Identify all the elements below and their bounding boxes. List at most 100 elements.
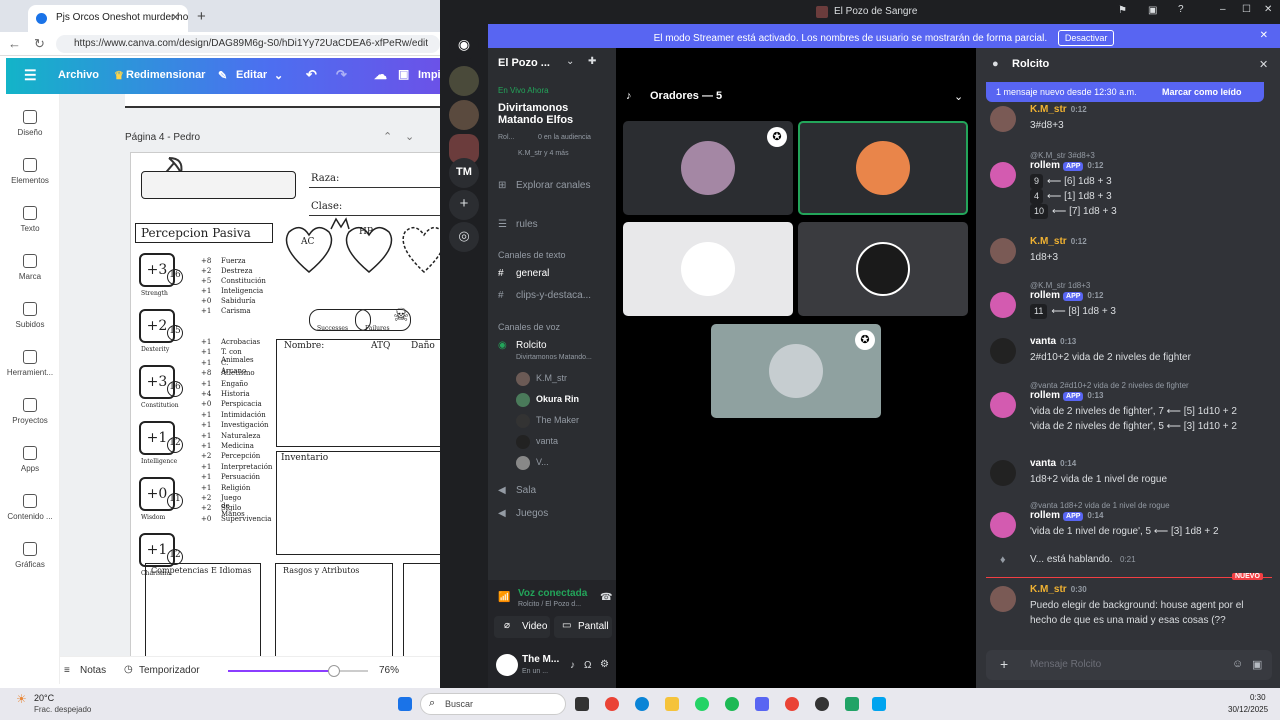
sidebar-item-7[interactable]: Apps (0, 446, 60, 473)
voice-user-name[interactable]: V... (536, 457, 549, 467)
message-avatar[interactable] (990, 586, 1016, 612)
message-input[interactable]: Mensaje Rolcito (1030, 659, 1101, 670)
cloud-sync-icon[interactable]: ☁ (374, 67, 387, 83)
explore-channels[interactable]: Explorar canales (516, 180, 590, 191)
discord-taskbar-icon[interactable] (755, 697, 769, 711)
message-author[interactable]: rollem APP 0:13 (1030, 390, 1103, 401)
zoom-slider[interactable] (228, 665, 368, 677)
back-icon[interactable]: ← (8, 36, 21, 51)
screen-share-button[interactable]: ▭ Pantall (554, 616, 612, 638)
settings-gear-icon[interactable]: ⚙ (600, 659, 609, 670)
taskbar-search[interactable]: ⌕ Buscar (420, 693, 566, 715)
sidebar-item-4[interactable]: Subidos (0, 302, 60, 329)
sidebar-item-6[interactable]: Proyectos (0, 398, 60, 425)
mic-icon[interactable]: ♪ (570, 660, 575, 671)
speaker-tile[interactable]: ✪ (623, 121, 793, 215)
redo-icon[interactable]: ↷ (336, 67, 347, 83)
spotify-icon[interactable] (725, 697, 739, 711)
app-icon[interactable] (815, 697, 829, 711)
speaker-tile[interactable]: ✪ (711, 324, 881, 418)
voice-user-avatar[interactable] (516, 414, 530, 428)
chevron-up-icon[interactable]: ⌃ (383, 130, 392, 143)
weather-desc[interactable]: Frac. despejado (34, 705, 91, 714)
server-tm[interactable]: TM (449, 158, 479, 188)
task-view-icon[interactable] (575, 697, 589, 711)
new-messages-banner[interactable]: 1 mensaje nuevo desde 12:30 a.m. Marcar … (986, 82, 1264, 102)
live-title[interactable]: Divirtamonos Matando Elfos (498, 102, 610, 126)
discord-home-icon[interactable]: ◉ (449, 30, 479, 60)
voice-user-name[interactable]: K.M_str (536, 373, 567, 383)
print-icon[interactable]: ▣ (398, 67, 409, 81)
notas-button[interactable]: Notas (80, 665, 106, 676)
voice-channel-sala[interactable]: Sala (516, 485, 536, 496)
sidebar-item-2[interactable]: Texto (0, 206, 60, 233)
channel-clips[interactable]: clips-y-destaca... (516, 290, 591, 301)
screen-icon[interactable]: ▣ (1148, 5, 1157, 16)
discover-icon[interactable]: ◎ (449, 222, 479, 252)
message-avatar[interactable] (990, 238, 1016, 264)
chrome-icon-2[interactable] (785, 697, 799, 711)
voice-user-avatar[interactable] (516, 393, 530, 407)
headphones-icon[interactable]: Ω (584, 660, 591, 671)
sidebar-item-8[interactable]: Contenido ... (0, 494, 60, 521)
print-button[interactable]: Impi (418, 69, 440, 81)
desactivar-button[interactable]: Desactivar (1057, 30, 1115, 46)
message-avatar[interactable] (990, 460, 1016, 486)
chevron-down-icon[interactable]: ⌄ (274, 69, 283, 82)
server-icon-1[interactable] (449, 66, 479, 96)
editar-menu[interactable]: Editar (236, 69, 267, 81)
timer-icon[interactable]: ◷ (124, 664, 133, 675)
url-field[interactable]: https://www.canva.com/design/DAG89M6g-S0… (56, 35, 440, 53)
sidebar-item-3[interactable]: Marca (0, 254, 60, 281)
close-tab-icon[interactable]: ✕ (171, 11, 180, 24)
maximize-icon[interactable]: ☐ (1242, 4, 1251, 15)
speaker-tile[interactable] (798, 222, 968, 316)
voice-category[interactable]: Canales de voz (498, 322, 560, 332)
zoom-level[interactable]: 76% (379, 665, 399, 676)
voice-user-avatar[interactable] (516, 372, 530, 386)
user-name[interactable]: The M... (522, 654, 559, 665)
voice-channel-rolcito[interactable]: Rolcito (516, 340, 547, 351)
user-avatar[interactable] (496, 654, 518, 676)
whatsapp-icon[interactable] (695, 697, 709, 711)
canvas-area[interactable]: Página 4 - Pedro ⌃ ⌄ Raza: Clase: Percep… (60, 94, 440, 656)
mark-read-button[interactable]: Marcar como leído (1162, 87, 1242, 97)
channel-general[interactable]: general (516, 268, 549, 279)
gif-icon[interactable]: ☺ (1232, 658, 1243, 670)
chrome-icon[interactable] (605, 697, 619, 711)
chevron-down-icon[interactable]: ⌄ (954, 90, 963, 103)
message-author[interactable]: K.M_str 0:30 (1030, 584, 1087, 595)
edge-icon[interactable] (635, 697, 649, 711)
voice-user-name[interactable]: Okura Rin (536, 394, 579, 404)
start-windows-icon[interactable] (398, 697, 412, 711)
message-avatar[interactable] (990, 106, 1016, 132)
notes-icon[interactable]: ≡ (64, 665, 70, 676)
message-author[interactable]: rollem APP 0:12 (1030, 160, 1103, 171)
reload-icon[interactable]: ↻ (34, 36, 45, 52)
message-author[interactable]: rollem APP 0:12 (1030, 290, 1103, 301)
character-sheet[interactable]: Raza: Clase: Percepcion Pasiva AC HP Suc… (130, 152, 440, 656)
message-avatar[interactable] (990, 162, 1016, 188)
add-attachment-icon[interactable]: + (1000, 656, 1008, 672)
sidebar-item-5[interactable]: Herramient... (0, 350, 60, 377)
close-banner-icon[interactable]: ✕ (1260, 30, 1268, 41)
chevron-down-icon[interactable]: ⌄ (405, 130, 414, 143)
message-input-box[interactable]: + Mensaje Rolcito ☺ ▣ (986, 650, 1272, 680)
voice-connected[interactable]: Voz conectada (518, 588, 587, 599)
message-author[interactable]: vanta 0:13 (1030, 336, 1076, 347)
app-icon-3[interactable] (872, 697, 886, 711)
add-server-icon[interactable]: + (449, 190, 479, 220)
sticker-icon[interactable]: ▣ (1252, 658, 1262, 671)
temporizador-button[interactable]: Temporizador (139, 665, 200, 676)
new-tab-icon[interactable]: + (197, 8, 206, 25)
voice-user-name[interactable]: vanta (536, 436, 558, 446)
close-window-icon[interactable]: ✕ (1264, 4, 1272, 15)
video-button[interactable]: ⌀ Video (494, 616, 550, 638)
close-chat-icon[interactable]: ✕ (1259, 58, 1268, 71)
clock-time[interactable]: 0:30 (1250, 693, 1266, 702)
voice-user-name[interactable]: The Maker (536, 415, 579, 425)
channel-rules[interactable]: rules (516, 219, 538, 230)
server-icon-2[interactable] (449, 100, 479, 130)
server-name[interactable]: El Pozo ... (498, 57, 550, 69)
zoom-slider-handle[interactable] (328, 665, 341, 677)
